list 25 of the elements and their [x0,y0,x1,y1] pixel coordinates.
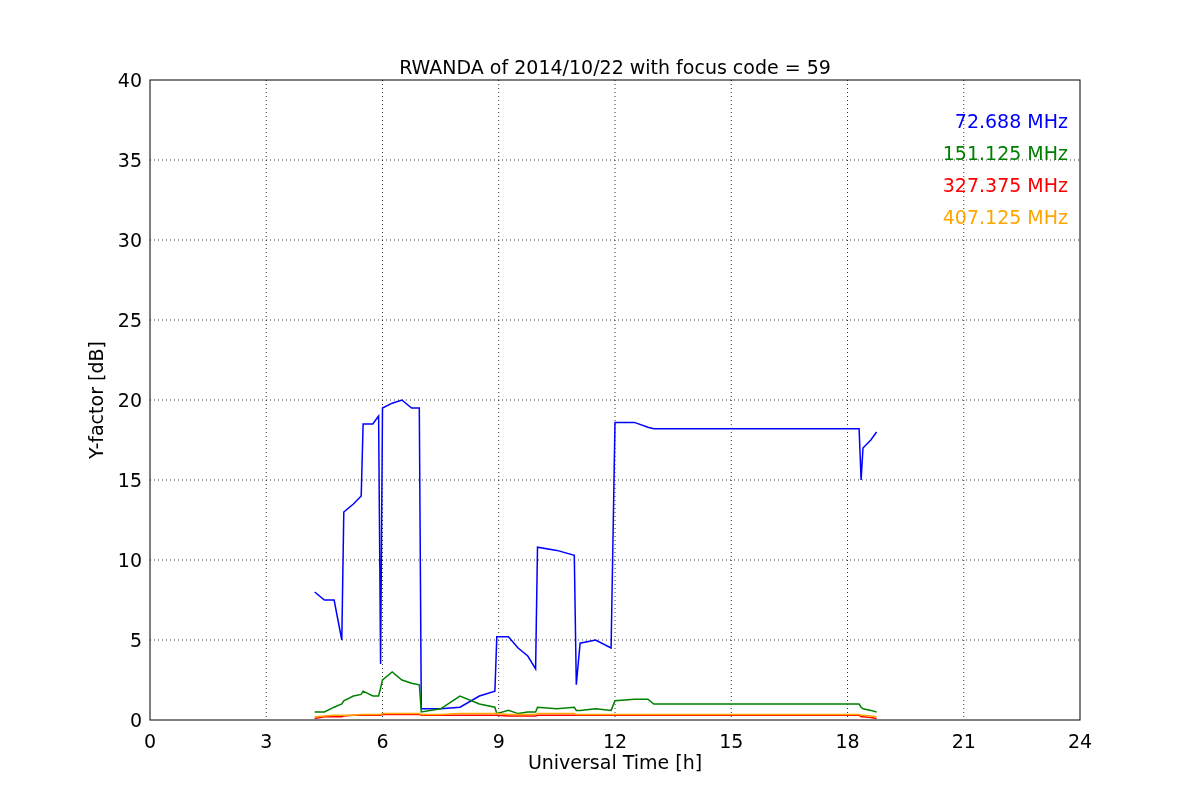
x-tick-label: 9 [492,730,505,752]
legend-label: 327.375 MHz [942,174,1068,196]
x-tick-label: 0 [143,730,157,752]
x-tick-label: 18 [835,730,860,752]
y-axis-label: Y-factor [dB] [85,341,107,459]
y-tick-label: 35 [117,149,142,171]
x-axis-label: Universal Time [h] [527,751,703,773]
x-tick-label: 3 [260,730,273,752]
y-tick-label: 5 [129,629,142,651]
legend-label: 151.125 MHz [942,142,1068,164]
y-tick-label: 40 [117,69,142,91]
x-tick-label: 6 [376,730,389,752]
x-tick-label: 24 [1067,730,1093,752]
y-tick-label: 10 [117,549,142,571]
x-tick-label: 12 [602,730,628,752]
x-tick-label: 15 [719,730,744,752]
y-tick-label: 0 [129,709,142,731]
legend-label: 72.688 MHz [954,110,1068,132]
legend-label: 407.125 MHz [942,206,1068,228]
x-tick-label: 21 [951,730,976,752]
y-tick-label: 20 [117,389,142,411]
y-tick-label: 25 [117,309,142,331]
y-tick-label: 30 [117,229,142,251]
chart-title: RWANDA of 2014/10/22 with focus code = 59 [399,56,831,78]
y-tick-label: 15 [117,469,142,491]
